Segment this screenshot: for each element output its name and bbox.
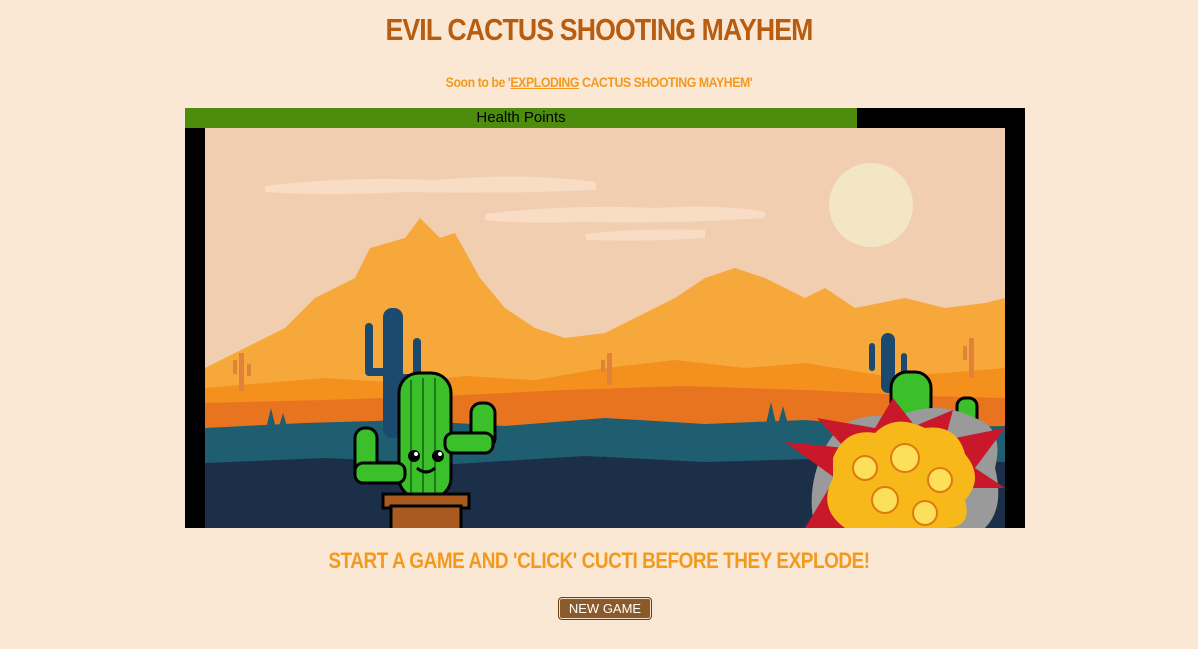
fire-ball [827,421,975,528]
page-title: EVIL CACTUS SHOOTING MAYHEM [385,12,813,47]
game-area[interactable]: Health Points [185,108,1025,528]
subtitle-prefix: Soon to be ' [445,74,511,90]
cactus-pot [381,492,471,528]
subtitle: Soon to be 'EXPLODING CACTUS SHOOTING MA… [72,74,1126,90]
desert-scene [205,128,1005,528]
new-game-button[interactable]: NEW GAME [559,598,651,619]
exploding-link[interactable]: EXPLODING [510,74,579,90]
subtitle-suffix: CACTUS SHOOTING MAYHEM' [579,74,753,90]
sun [829,163,913,247]
health-label: Health Points [476,109,566,126]
instructions: START A GAME AND 'CLICK' CUCTI BEFORE TH… [328,548,870,573]
